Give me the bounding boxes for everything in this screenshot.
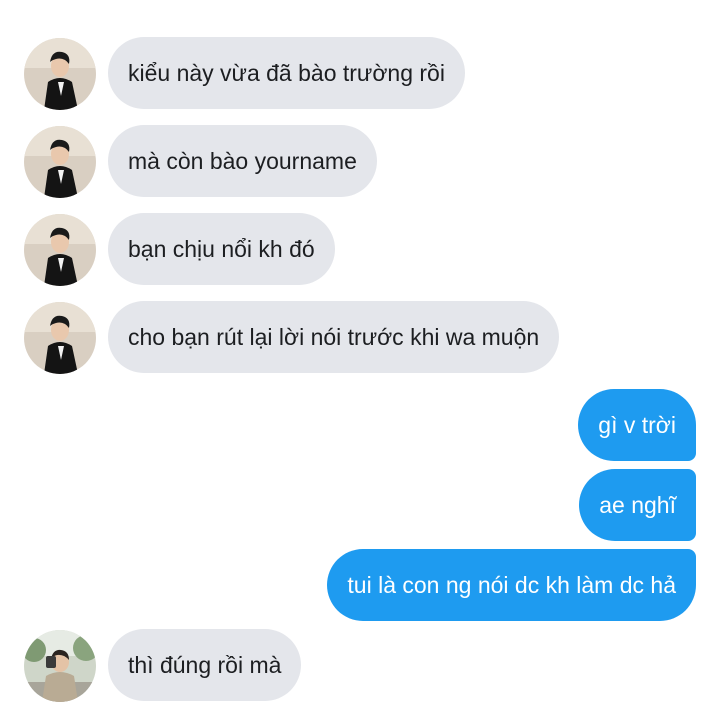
message-bubble[interactable]: kiểu này vừa đã bào trường rồi — [108, 37, 465, 109]
avatar[interactable] — [24, 302, 96, 374]
message-text: gì v trời — [598, 412, 676, 438]
message-text: tui là con ng nói dc kh làm dc hả — [347, 572, 676, 598]
message-text: kiểu này vừa đã bào trường rồi — [128, 60, 445, 86]
message-bubble[interactable]: mà còn bào yourname — [108, 125, 377, 197]
message-text: thì đúng rồi mà — [128, 652, 282, 678]
message-thread: kiểu này vừa đã bào trường rồi mà còn bà… — [0, 0, 720, 711]
man-black-suit-avatar-icon — [24, 126, 96, 198]
avatar[interactable] — [24, 38, 96, 110]
avatar[interactable] — [24, 630, 96, 702]
avatar[interactable] — [24, 214, 96, 286]
message-row-outgoing: gì v trời — [0, 389, 720, 461]
man-black-suit-avatar-icon — [24, 214, 96, 286]
message-bubble[interactable]: ae nghĩ — [579, 469, 696, 541]
man-black-suit-avatar-icon — [24, 38, 96, 110]
avatar[interactable] — [24, 126, 96, 198]
message-text: ae nghĩ — [599, 492, 676, 518]
message-row-incoming: cho bạn rút lại lời nói trước khi wa muộ… — [0, 301, 720, 374]
message-bubble[interactable]: tui là con ng nói dc kh làm dc hả — [327, 549, 696, 621]
message-text: cho bạn rút lại lời nói trước khi wa muộ… — [128, 324, 540, 350]
message-row-incoming: kiểu này vừa đã bào trường rồi — [0, 37, 720, 110]
outdoor-selfie-avatar-icon — [24, 630, 96, 702]
message-row-incoming: bạn chịu nổi kh đó — [0, 213, 720, 286]
message-row-incoming: mà còn bào yourname — [0, 125, 720, 198]
message-bubble[interactable]: thì đúng rồi mà — [108, 629, 302, 701]
message-row-outgoing: tui là con ng nói dc kh làm dc hả — [0, 549, 720, 621]
message-text: bạn chịu nổi kh đó — [128, 236, 315, 262]
message-bubble[interactable]: cho bạn rút lại lời nói trước khi wa muộ… — [108, 301, 560, 373]
message-bubble[interactable]: bạn chịu nổi kh đó — [108, 213, 335, 285]
message-bubble[interactable]: gì v trời — [578, 389, 696, 461]
message-row-incoming: thì đúng rồi mà — [0, 629, 720, 702]
man-black-suit-avatar-icon — [24, 302, 96, 374]
message-text: mà còn bào yourname — [128, 148, 357, 174]
message-row-outgoing: ae nghĩ — [0, 469, 720, 541]
